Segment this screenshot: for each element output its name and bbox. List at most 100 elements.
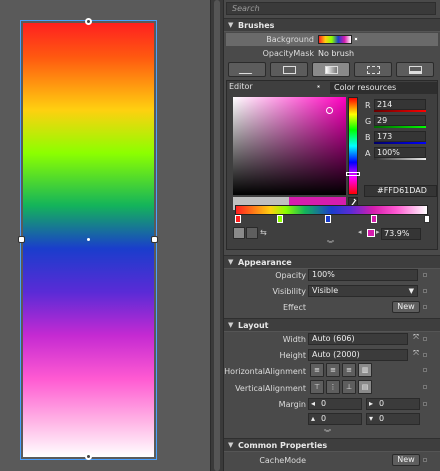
background-brush-row[interactable]: Background (226, 33, 438, 46)
height-label: Height (279, 351, 306, 360)
opacity-label: Opacity (275, 271, 306, 280)
green-input[interactable]: 29 (374, 115, 426, 126)
property-marker[interactable] (423, 289, 427, 293)
margin-left-value: 0 (321, 399, 327, 408)
auto-size-icon[interactable]: ⤧ (411, 333, 421, 344)
align-center-icon[interactable]: ≡ (326, 363, 340, 377)
next-stop-icon[interactable]: ▸ (376, 228, 380, 236)
hue-slider[interactable] (348, 97, 358, 195)
rotate-handle-bottom[interactable] (85, 453, 92, 460)
gradient-stop[interactable] (424, 215, 430, 223)
margin-right-input[interactable]: ▸ 0 (366, 398, 420, 410)
background-brush-preview (318, 35, 352, 44)
gradient-stop-offset-input[interactable]: 73.9% (381, 228, 421, 240)
property-marker[interactable] (354, 37, 358, 41)
resource-brush-tab[interactable] (396, 62, 434, 77)
align-vertical-stretch-icon[interactable]: ▤ (358, 380, 372, 394)
height-input[interactable]: Auto (2000) (308, 349, 408, 361)
radial-gradient-icon[interactable] (246, 227, 258, 239)
gradient-brush-tab[interactable] (312, 62, 350, 77)
property-marker[interactable] (423, 337, 427, 341)
collapse-triangle-icon: ▼ (228, 21, 234, 29)
align-right-icon[interactable]: ≡ (342, 363, 356, 377)
opacitymask-brush-row[interactable]: OpacityMask No brush (226, 47, 438, 60)
opacity-input[interactable]: 100% (308, 269, 418, 281)
color-editor: Editor Color resources R 214 G 29 B 173 … (226, 80, 438, 250)
search-input[interactable]: Search (226, 2, 436, 15)
brushes-section-header[interactable]: ▼ Brushes (224, 18, 440, 32)
green-label: G (365, 117, 372, 126)
align-top-icon[interactable]: ⊤ (310, 380, 324, 394)
expand-chevron-icon[interactable]: ︾ (327, 239, 334, 249)
align-stretch-icon[interactable]: ▥ (358, 363, 372, 377)
reverse-gradient-icon[interactable]: ⇆ (260, 228, 267, 237)
gradient-stop-selected[interactable] (371, 215, 377, 223)
section-title: Layout (238, 321, 269, 330)
align-bottom-icon[interactable]: ⊥ (342, 380, 356, 394)
property-marker[interactable] (423, 368, 427, 372)
red-label: R (365, 101, 371, 110)
auto-size-icon[interactable]: ⤧ (411, 349, 421, 360)
gradient-stop[interactable] (325, 215, 331, 223)
scrollbar-thumb[interactable] (214, 0, 220, 471)
gradient-stop[interactable] (277, 215, 283, 223)
gradient-stop[interactable] (235, 215, 241, 223)
common-properties-section-header[interactable]: ▼ Common Properties (224, 438, 440, 452)
arrow-left-icon: ◂ (311, 399, 316, 408)
property-marker[interactable] (423, 305, 427, 309)
no-brush-tab[interactable] (228, 62, 266, 77)
new-effect-button[interactable]: New (392, 301, 420, 313)
red-input[interactable]: 214 (374, 99, 426, 110)
new-cachemode-button[interactable]: New (392, 454, 420, 466)
solid-brush-icon (283, 66, 296, 74)
property-marker[interactable] (423, 385, 427, 389)
design-canvas[interactable] (0, 0, 210, 471)
align-left-icon[interactable]: ≡ (310, 363, 324, 377)
rotate-handle-top[interactable] (85, 18, 92, 25)
solid-brush-tab[interactable] (270, 62, 308, 77)
green-bar (374, 126, 426, 128)
hue-slider-thumb[interactable] (346, 172, 360, 176)
margin-left-input[interactable]: ◂ 0 (308, 398, 362, 410)
color-resources-tab[interactable]: Color resources (330, 82, 437, 94)
resize-handle-right[interactable] (151, 236, 158, 243)
brush-type-tabs (228, 62, 438, 78)
arrow-down-icon: ▾ (369, 414, 374, 423)
linear-gradient-icon[interactable] (233, 227, 245, 239)
resize-handle-left[interactable] (18, 236, 25, 243)
selected-stop-swatch (367, 229, 375, 237)
chevron-down-icon: ▼ (408, 287, 414, 295)
alpha-label: A (365, 149, 371, 158)
opacitymask-value: No brush (318, 49, 355, 58)
margin-bottom-input[interactable]: ▾ 0 (366, 413, 420, 425)
margin-top-input[interactable]: ▴ 0 (308, 413, 362, 425)
expand-chevron-icon[interactable]: ︾ (324, 428, 331, 438)
appearance-section-header[interactable]: ▼ Appearance (224, 255, 440, 269)
property-marker[interactable] (423, 353, 427, 357)
color-picker-cursor[interactable] (326, 107, 333, 114)
previous-stop-icon[interactable]: ◂ (358, 228, 362, 236)
editor-tab[interactable]: Editor (229, 82, 253, 91)
arrow-up-icon: ▴ (311, 414, 316, 423)
resource-brush-icon (409, 66, 422, 74)
arrow-right-icon: ▸ (369, 399, 374, 408)
tile-brush-tab[interactable] (354, 62, 392, 77)
layout-section-header[interactable]: ▼ Layout (224, 318, 440, 332)
property-marker[interactable] (423, 458, 427, 462)
gradient-type-toggle (233, 227, 263, 239)
margin-right-value: 0 (379, 399, 385, 408)
hex-value: #FFD61DAD (377, 186, 427, 195)
hex-color-input[interactable]: #FFD61DAD (364, 185, 437, 197)
blue-label: B (365, 133, 371, 142)
visibility-select[interactable]: Visible ▼ (308, 285, 418, 297)
width-label: Width (282, 335, 306, 344)
gradient-bar[interactable] (235, 205, 428, 215)
property-marker[interactable] (423, 402, 427, 406)
align-middle-icon[interactable]: ⋮ (326, 380, 340, 394)
alpha-input[interactable]: 100% (374, 147, 426, 158)
background-label: Background (266, 35, 314, 44)
app-window: Search ▼ Brushes Background OpacityMask … (0, 0, 440, 471)
property-marker[interactable] (423, 273, 427, 277)
width-input[interactable]: Auto (606) (308, 333, 408, 345)
blue-input[interactable]: 173 (374, 131, 426, 142)
